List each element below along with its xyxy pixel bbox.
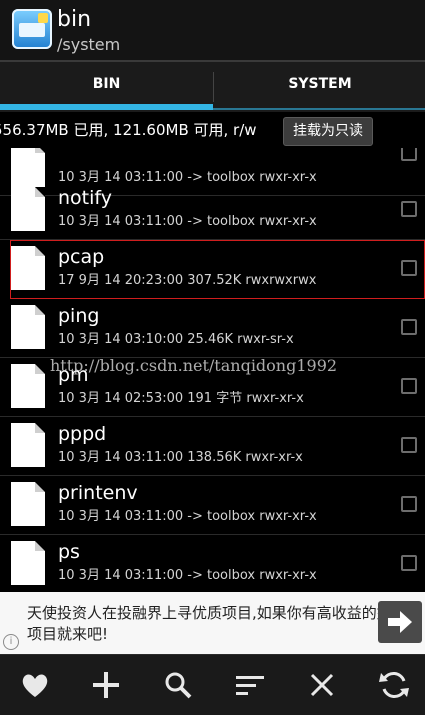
ad-forward-button[interactable] — [378, 601, 422, 643]
file-icon — [11, 364, 45, 408]
file-row[interactable]: notify 10 3月 14 03:11:00 -> toolbox rwxr… — [0, 181, 425, 240]
file-name: ps — [58, 541, 80, 563]
file-row[interactable]: ping 10 3月 14 03:10:00 25.46K rwxr-sr-x — [0, 299, 425, 358]
select-checkbox[interactable] — [401, 148, 417, 161]
file-name: pppd — [58, 423, 107, 445]
refresh-icon[interactable] — [376, 667, 412, 703]
heart-icon[interactable] — [17, 667, 53, 703]
arrow-right-icon — [388, 611, 412, 633]
watermark-text: http://blog.csdn.net/tanqidong1992 — [50, 356, 338, 375]
tab-bin[interactable]: BIN — [0, 62, 213, 108]
storage-status-text: 556.37MB 已用, 121.60MB 可用, r/w — [0, 121, 257, 139]
file-icon — [11, 541, 45, 585]
file-icon — [11, 305, 45, 349]
select-checkbox[interactable] — [401, 496, 417, 512]
search-icon[interactable] — [160, 667, 196, 703]
file-meta: 10 3月 14 03:11:00 -> toolbox rwxr-xr-x — [58, 214, 317, 229]
app-icon[interactable] — [12, 9, 52, 49]
plus-icon[interactable] — [88, 667, 124, 703]
file-icon — [11, 482, 45, 526]
file-meta: 17 9月 14 20:23:00 307.52K rwxrwxrwx — [58, 273, 317, 288]
page-title: bin — [57, 7, 92, 32]
title-bar: bin /system — [0, 0, 425, 60]
file-row[interactable]: ps 10 3月 14 03:11:00 -> toolbox rwxr-xr-… — [0, 535, 425, 592]
file-icon — [11, 246, 45, 290]
file-name: pcap — [58, 246, 105, 268]
active-tab-indicator — [0, 104, 213, 110]
tab-divider — [213, 72, 214, 102]
file-name: printenv — [58, 482, 138, 504]
select-checkbox[interactable] — [401, 555, 417, 571]
file-row-selected[interactable]: pcap 17 9月 14 20:23:00 307.52K rwxrwxrwx — [10, 240, 425, 299]
ad-banner[interactable]: 天使投资人在投融界上寻优质项目,如果你有高收益的好项目就来吧! i — [0, 592, 425, 654]
storage-status: 556.37MB 已用, 121.60MB 可用, r/w 挂载为只读 — [0, 112, 425, 148]
ad-text: 天使投资人在投融界上寻优质项目,如果你有高收益的好项目就来吧! — [27, 604, 392, 643]
mount-read-only-button[interactable]: 挂载为只读 — [283, 117, 373, 146]
file-row[interactable]: pppd 10 3月 14 03:11:00 138.56K rwxr-xr-x — [0, 417, 425, 476]
select-checkbox[interactable] — [401, 319, 417, 335]
file-row[interactable]: printenv 10 3月 14 03:11:00 -> toolbox rw… — [0, 476, 425, 535]
file-icon — [11, 423, 45, 467]
file-meta: 10 3月 14 03:11:00 -> toolbox rwxr-xr-x — [58, 509, 317, 524]
sort-icon[interactable] — [232, 667, 268, 703]
info-icon[interactable]: i — [3, 634, 19, 650]
select-checkbox[interactable] — [401, 201, 417, 217]
tab-system[interactable]: SYSTEM — [215, 62, 425, 108]
select-checkbox[interactable] — [401, 378, 417, 394]
select-checkbox[interactable] — [401, 437, 417, 453]
tab-bar: BIN SYSTEM — [0, 60, 425, 112]
close-icon[interactable] — [304, 667, 340, 703]
file-meta: 10 3月 14 02:53:00 191 字节 rwxr-xr-x — [58, 391, 304, 406]
file-meta: 10 3月 14 03:11:00 138.56K rwxr-xr-x — [58, 450, 303, 465]
file-icon — [11, 187, 45, 231]
select-checkbox[interactable] — [401, 260, 417, 276]
file-meta: 10 3月 14 03:10:00 25.46K rwxr-sr-x — [58, 332, 294, 347]
file-meta: 10 3月 14 03:11:00 -> toolbox rwxr-xr-x — [58, 568, 317, 583]
current-path: /system — [57, 35, 121, 54]
file-name: ping — [58, 305, 100, 327]
file-name: notify — [58, 187, 112, 209]
bottom-toolbar — [0, 654, 425, 715]
